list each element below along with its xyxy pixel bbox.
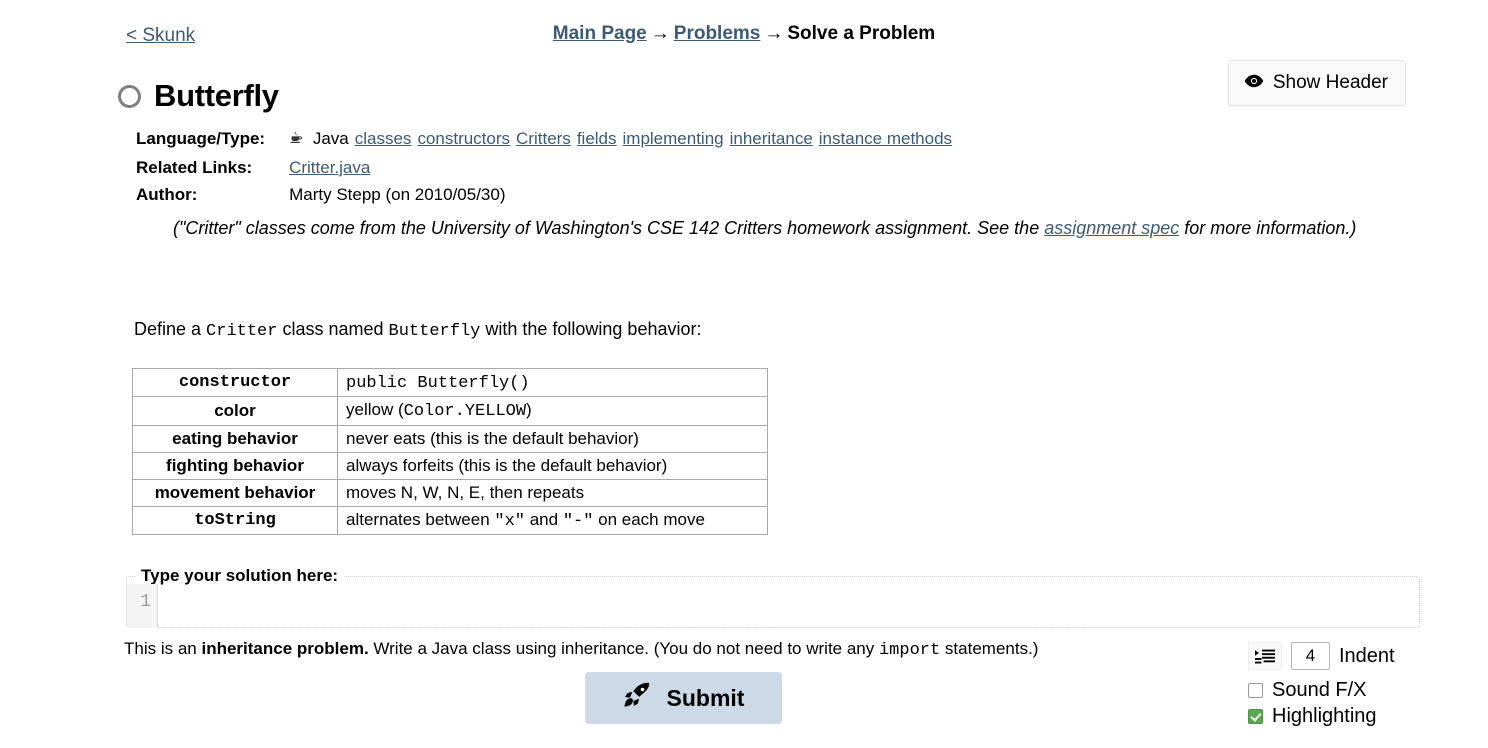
page-title: Butterfly <box>118 78 279 114</box>
highlighting-label: Highlighting <box>1272 705 1377 727</box>
tag-link-list: classes constructors Critters fields impleme… <box>349 129 952 148</box>
indent-label: Indent <box>1339 644 1395 667</box>
language-type-label: Language/Type: <box>136 129 266 148</box>
editor-line-numbers: 1 <box>127 584 158 628</box>
table-row: fighting behavior always forfeits (this i… <box>132 451 768 480</box>
breadcrumb: Main Page → Problems → Solve a Problem <box>0 23 1488 45</box>
sound-fx-checkbox[interactable] <box>1248 682 1263 698</box>
define-suffix: with the following behavior: <box>480 319 702 339</box>
tag-link[interactable]: fields <box>577 129 617 148</box>
behavior-value-cell: yellow (Color.YELLOW) <box>337 396 768 426</box>
table-row: color yellow (Color.YELLOW) <box>132 396 768 426</box>
eye-icon <box>1244 72 1264 94</box>
metadata-row-related-links: Related Links: Critter.java <box>136 157 952 184</box>
language-type-value: Java classes constructors Critters fields imp… <box>289 128 952 157</box>
related-link-critter-java[interactable]: Critter.java <box>289 158 370 177</box>
problem-metadata: Language/Type: Java classes constructors Cr… <box>136 128 952 211</box>
behavior-value-cell: public Butterfly() <box>337 367 768 398</box>
breadcrumb-main-page[interactable]: Main Page <box>553 23 647 44</box>
hint-suffix: statements.) <box>940 639 1039 658</box>
problem-title-text: Butterfly <box>154 78 279 113</box>
define-middle: class named <box>277 319 389 339</box>
submit-button[interactable]: Submit <box>585 672 782 724</box>
solution-code-input[interactable] <box>158 584 1419 628</box>
behavior-value-cell: never eats (this is the default behavior… <box>337 424 768 453</box>
indent-lines-icon[interactable] <box>1248 642 1282 670</box>
behavior-value-cell: moves N, W, N, E, then repeats <box>337 478 768 507</box>
author-label: Author: <box>136 184 198 204</box>
behavior-value-cell: always forfeits (this is the default beh… <box>337 451 768 480</box>
behavior-name-cell: constructor <box>132 367 338 398</box>
problem-hint: This is an inheritance problem. Write a … <box>124 639 1038 660</box>
tag-link[interactable]: instance methods <box>819 129 952 148</box>
hint-prefix: This is an <box>124 639 202 658</box>
language-value: Java <box>312 129 349 148</box>
behavior-table: constructor public Butterfly() color yellow… <box>132 367 768 535</box>
solution-editor-panel: Type your solution here: 1 <box>126 566 1420 628</box>
tag-link[interactable]: implementing <box>623 129 724 148</box>
tag-link[interactable]: constructors <box>417 129 510 148</box>
indent-size-input[interactable] <box>1291 642 1330 670</box>
behavior-name-cell: fighting behavior <box>132 451 338 480</box>
highlighting-checkbox[interactable] <box>1248 708 1263 724</box>
table-row: toString alternates between "x" and "-" o… <box>132 505 768 535</box>
note-text-part2: for more information.) <box>1179 218 1357 238</box>
tag-link[interactable]: Critters <box>516 129 571 148</box>
target-class-name: Butterfly <box>388 322 481 341</box>
metadata-row-author: Author: Marty Stepp (on 2010/05/30) <box>136 184 952 211</box>
submit-label: Submit <box>666 684 745 711</box>
author-value: Marty Stepp (on 2010/05/30) <box>289 184 506 204</box>
editor-options-panel: Indent Sound F/X Highlighting <box>1248 642 1448 728</box>
hint-bold: inheritance problem. <box>201 639 369 658</box>
breadcrumb-problems[interactable]: Problems <box>674 23 761 44</box>
tag-link[interactable]: inheritance <box>730 129 813 148</box>
show-header-label: Show Header <box>1272 72 1388 93</box>
rocket-icon <box>623 682 651 714</box>
behavior-name-cell: movement behavior <box>132 478 338 507</box>
table-row: constructor public Butterfly() <box>132 367 768 398</box>
code-editor[interactable]: 1 <box>127 584 1419 628</box>
show-header-button[interactable]: Show Header <box>1227 60 1406 106</box>
solution-legend: Type your solution here: <box>141 566 339 585</box>
metadata-row-language: Language/Type: Java classes constructors Cr… <box>136 128 952 157</box>
hint-code: import <box>878 641 941 660</box>
tag-link[interactable]: classes <box>355 129 412 148</box>
breadcrumb-separator-2: → <box>764 23 784 44</box>
breadcrumb-separator-1: → <box>650 23 670 44</box>
highlighting-row[interactable]: Highlighting <box>1248 704 1448 728</box>
define-prefix: Define a <box>134 319 207 339</box>
sound-fx-row[interactable]: Sound F/X <box>1248 678 1448 702</box>
related-links-value: Critter.java <box>289 157 952 184</box>
empty-circle-icon <box>118 84 141 108</box>
note-text-part1: ("Critter" classes come from the Univers… <box>173 218 1045 238</box>
breadcrumb-current: Solve a Problem <box>787 23 936 44</box>
behavior-name-cell: toString <box>132 505 338 535</box>
assignment-spec-link[interactable]: assignment spec <box>1044 218 1179 238</box>
indent-row: Indent <box>1248 642 1448 670</box>
java-coffee-cup-icon <box>289 131 308 150</box>
table-row: movement behavior moves N, W, N, E, then … <box>132 478 768 507</box>
sound-fx-label: Sound F/X <box>1272 679 1367 701</box>
base-class-name: Critter <box>206 322 278 341</box>
related-links-label: Related Links: <box>136 157 253 177</box>
problem-note: ("Critter" classes come from the Univers… <box>173 213 1388 244</box>
behavior-value-cell: alternates between "x" and "-" on each m… <box>337 505 768 535</box>
problem-description: Define a Critter class named Butterfly w… <box>134 319 701 341</box>
table-row: eating behavior never eats (this is the d… <box>132 424 768 453</box>
hint-middle: Write a Java class using inheritance. (Y… <box>368 639 879 658</box>
behavior-name-cell: color <box>132 396 338 426</box>
behavior-name-cell: eating behavior <box>132 424 338 453</box>
